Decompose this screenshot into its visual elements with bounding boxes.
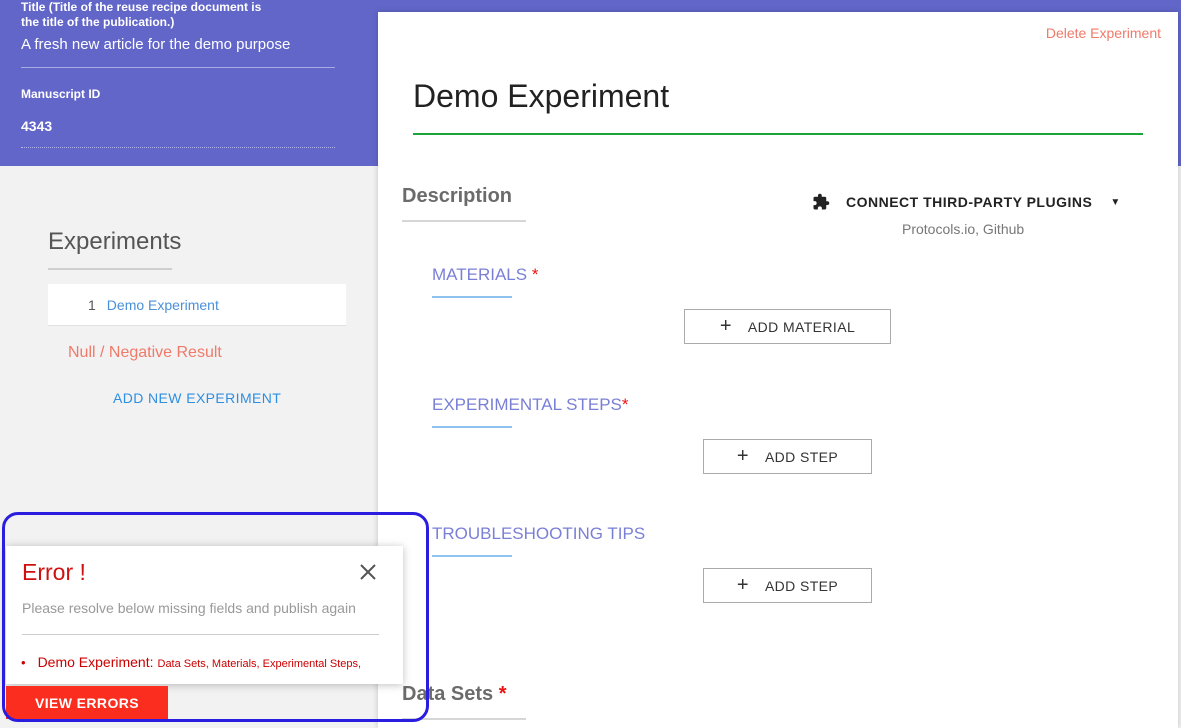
add-tip-label: ADD STEP — [764, 577, 839, 594]
add-new-experiment-button[interactable]: ADD NEW EXPERIMENT — [113, 390, 281, 406]
plus-icon: + — [736, 574, 749, 596]
data-sets-underline — [402, 718, 526, 720]
plus-icon: + — [736, 445, 749, 467]
materials-label-text: MATERIALS — [432, 265, 528, 284]
manuscript-id-underline — [21, 147, 335, 148]
add-step-label: ADD STEP — [764, 448, 839, 465]
caret-down-icon: ▼ — [1110, 196, 1121, 208]
view-errors-button[interactable]: VIEW ERRORS — [6, 686, 168, 719]
experiments-heading-underline — [48, 268, 172, 270]
error-divider — [22, 634, 379, 635]
title-field-label: Title (Title of the reuse recipe documen… — [21, 0, 262, 29]
experiment-card: Delete Experiment Demo Experiment Descri… — [378, 12, 1178, 728]
title-field-underline — [21, 67, 335, 68]
title-field-value[interactable]: A fresh new article for the demo purpose — [21, 36, 290, 53]
experiment-number: 1 — [88, 296, 96, 313]
materials-underline — [432, 296, 512, 298]
delete-experiment-button[interactable]: Delete Experiment — [1046, 25, 1161, 41]
troubleshooting-tips-label: TROUBLESHOOTING TIPS — [432, 524, 646, 543]
connect-plugins-dropdown[interactable]: CONNECT THIRD-PARTY PLUGINS ▼ — [812, 193, 1121, 211]
experimental-steps-underline — [432, 426, 512, 428]
error-item-fields: Data Sets, Materials, Experimental Steps… — [157, 658, 362, 670]
description-underline — [402, 220, 526, 222]
experimental-steps-label-text: EXPERIMENTAL STEPS — [432, 395, 622, 414]
required-mark: * — [531, 265, 539, 284]
add-tip-button[interactable]: + ADD STEP — [703, 568, 872, 603]
puzzle-icon — [813, 193, 830, 210]
plus-icon: + — [719, 315, 732, 337]
required-mark: * — [498, 683, 507, 705]
error-item-title: Demo Experiment: — [37, 654, 154, 670]
experimental-steps-label: EXPERIMENTAL STEPS* — [432, 395, 629, 415]
experiments-heading: Experiments — [48, 228, 182, 255]
title-underline — [413, 133, 1143, 135]
plugins-subtitle: Protocols.io, Github — [902, 221, 1025, 237]
connect-plugins-label: CONNECT THIRD-PARTY PLUGINS — [846, 194, 1093, 210]
required-mark: * — [621, 395, 629, 414]
data-sets-heading-text: Data Sets — [402, 683, 494, 705]
error-list-item: • Demo Experiment: Data Sets, Materials,… — [21, 654, 361, 670]
sidebar-item-demo-experiment[interactable]: 1 Demo Experiment — [48, 284, 346, 326]
manuscript-id-label: Manuscript ID — [21, 87, 101, 101]
experiment-link[interactable]: Demo Experiment — [107, 297, 219, 313]
materials-label: MATERIALS * — [432, 265, 538, 285]
troubleshooting-tips-underline — [432, 555, 512, 557]
error-message: Please resolve below missing fields and … — [22, 600, 356, 616]
add-material-label: ADD MATERIAL — [747, 318, 856, 335]
error-title: Error ! — [22, 559, 86, 585]
add-step-button[interactable]: + ADD STEP — [703, 439, 872, 474]
description-heading: Description — [402, 185, 513, 207]
experiment-title[interactable]: Demo Experiment — [413, 78, 669, 115]
null-negative-result-link[interactable]: Null / Negative Result — [68, 344, 222, 362]
bullet-icon: • — [21, 655, 26, 670]
add-material-button[interactable]: + ADD MATERIAL — [684, 309, 891, 344]
error-panel: Error ! Please resolve below missing fie… — [6, 546, 403, 684]
close-icon[interactable] — [358, 562, 378, 582]
data-sets-heading: Data Sets * — [402, 683, 507, 706]
manuscript-id-value[interactable]: 4343 — [21, 118, 52, 134]
